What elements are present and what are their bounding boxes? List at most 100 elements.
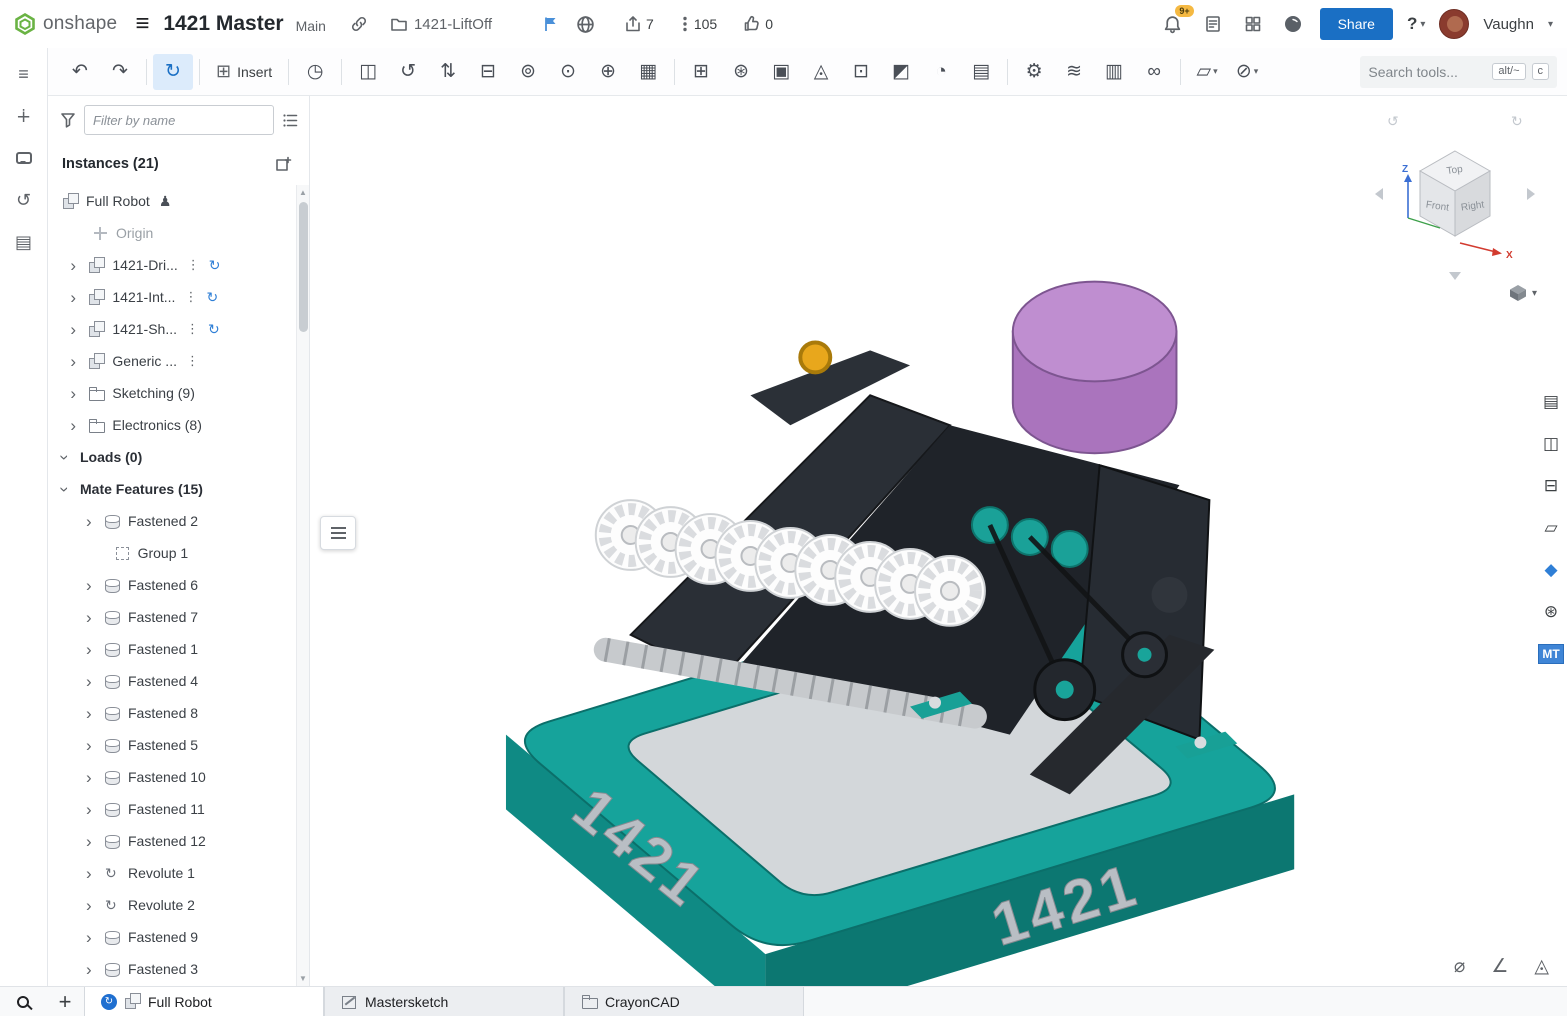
expand-chevron-icon[interactable] bbox=[86, 737, 104, 754]
documents-panel-icon[interactable]: ▤ bbox=[1535, 382, 1567, 422]
tree-item-fastened-5[interactable]: Fastened 5 bbox=[48, 729, 295, 761]
expand-chevron-icon[interactable] bbox=[86, 801, 104, 818]
assembly-features-icon[interactable]: ⚙ bbox=[1014, 54, 1054, 90]
rotate-right-arrow-icon[interactable] bbox=[1527, 188, 1535, 200]
tree-scrollbar[interactable]: ▲ ▼ bbox=[296, 185, 309, 986]
named-positions-icon[interactable]: ◔ bbox=[921, 54, 961, 90]
rotate-left-arrow-icon[interactable] bbox=[1375, 188, 1383, 200]
parts-panel-icon[interactable]: ◫ bbox=[1535, 424, 1567, 464]
view-options-menu[interactable]: ▾ bbox=[1508, 284, 1537, 302]
tree-item-generic[interactable]: Generic ... ⋮ bbox=[48, 345, 295, 377]
sync-icon[interactable]: ↻ bbox=[209, 257, 221, 274]
rotate-view-icon[interactable]: ↻ bbox=[153, 54, 193, 90]
tab-search-icon[interactable] bbox=[0, 987, 46, 1016]
expand-chevron-icon[interactable] bbox=[86, 577, 104, 594]
scroll-up-icon[interactable]: ▲ bbox=[299, 185, 307, 200]
expand-chevron-icon[interactable] bbox=[86, 897, 104, 914]
notifications-bell-icon[interactable]: 9+ bbox=[1160, 11, 1186, 37]
slider-mate-icon[interactable]: ⇅ bbox=[428, 54, 468, 90]
share-button[interactable]: Share bbox=[1320, 8, 1393, 40]
mt-panel-tab[interactable]: MT bbox=[1535, 634, 1567, 674]
tree-item-revolute-1[interactable]: Revolute 1 bbox=[48, 857, 295, 889]
user-name[interactable]: Vaughn bbox=[1483, 16, 1534, 33]
changes-stat[interactable]: 105 bbox=[680, 15, 717, 33]
menu-dots-icon[interactable]: ⋮ bbox=[186, 353, 199, 369]
circular-pattern-icon[interactable]: ⊛ bbox=[721, 54, 761, 90]
add-instance-icon[interactable] bbox=[271, 151, 297, 177]
roll-ccw-icon[interactable]: ↺ bbox=[1387, 113, 1399, 129]
tab-full-robot[interactable]: ↻ Full Robot bbox=[84, 987, 324, 1016]
expand-chevron-icon[interactable] bbox=[86, 769, 104, 786]
expand-chevron-icon[interactable] bbox=[70, 257, 88, 274]
history-icon[interactable]: ↺ bbox=[7, 184, 41, 216]
tree-item-fastened-11[interactable]: Fastened 11 bbox=[48, 793, 295, 825]
menu-dots-icon[interactable]: ⋮ bbox=[184, 289, 197, 305]
feedback-icon[interactable] bbox=[1200, 11, 1226, 37]
mate-connector-icon[interactable]: ⊕ bbox=[588, 54, 628, 90]
tree-item-1421-int[interactable]: 1421-Int... ⋮↻ bbox=[48, 281, 295, 313]
tree-item-sketching[interactable]: Sketching (9) bbox=[48, 377, 295, 409]
menu-dots-icon[interactable]: ⋮ bbox=[187, 257, 200, 273]
search-tools-box[interactable]: alt/~ c bbox=[1360, 56, 1557, 88]
view-cube[interactable]: Top Front Right Z X bbox=[1369, 108, 1541, 284]
tree-item-origin[interactable]: Origin bbox=[48, 217, 295, 249]
tree-item-1421-sh[interactable]: 1421-Sh... ⋮↻ bbox=[48, 313, 295, 345]
expand-chevron-icon[interactable] bbox=[86, 705, 104, 722]
expand-chevron-icon[interactable] bbox=[86, 609, 104, 626]
comments-icon[interactable] bbox=[7, 142, 41, 174]
display-states-icon[interactable]: ◩ bbox=[881, 54, 921, 90]
workspace-name[interactable]: Main bbox=[296, 18, 326, 34]
appearance-panel-icon[interactable]: ◆ bbox=[1535, 550, 1567, 590]
learning-center-icon[interactable] bbox=[1280, 11, 1306, 37]
tree-item-electronics[interactable]: Electronics (8) bbox=[48, 409, 295, 441]
project-breadcrumb[interactable]: 1421-LiftOff bbox=[390, 15, 492, 33]
tree-item-fastened-9[interactable]: Fastened 9 bbox=[48, 921, 295, 953]
list-view-icon[interactable] bbox=[282, 112, 299, 129]
roll-cw-icon[interactable]: ↻ bbox=[1511, 113, 1523, 129]
ball-mate-icon[interactable]: ⊚ bbox=[508, 54, 548, 90]
mass-properties-icon[interactable]: ◬ bbox=[1534, 955, 1549, 978]
flag-icon[interactable] bbox=[538, 11, 564, 37]
rotate-down-arrow-icon[interactable] bbox=[1449, 272, 1461, 280]
sync-icon[interactable]: ↻ bbox=[206, 289, 218, 306]
named-views-icon[interactable]: ◷ bbox=[295, 54, 335, 90]
simulation-icon[interactable]: ≋ bbox=[1054, 54, 1094, 90]
planar-mate-icon[interactable]: ⊟ bbox=[468, 54, 508, 90]
tree-item-fastened-3[interactable]: Fastened 3 bbox=[48, 953, 295, 985]
sync-icon[interactable]: ↻ bbox=[208, 321, 220, 338]
tree-item-fastened-4[interactable]: Fastened 4 bbox=[48, 665, 295, 697]
bom-icon[interactable]: ▤ bbox=[961, 54, 1001, 90]
explode-view-icon[interactable]: ◬ bbox=[801, 54, 841, 90]
tab-mastersketch[interactable]: Mastersketch bbox=[324, 987, 564, 1016]
likes-stat[interactable]: 0 bbox=[743, 15, 773, 33]
redo-icon[interactable]: ↷ bbox=[100, 54, 140, 90]
scrollbar-thumb[interactable] bbox=[299, 202, 308, 332]
tree-item-fastened-1[interactable]: Fastened 1 bbox=[48, 633, 295, 665]
filter-input[interactable] bbox=[84, 105, 274, 135]
expand-chevron-icon[interactable] bbox=[70, 417, 88, 434]
tree-item-fastened-2[interactable]: Fastened 2 bbox=[48, 505, 295, 537]
frame-icon[interactable]: ▥ bbox=[1094, 54, 1134, 90]
fastened-mate-icon[interactable]: ◫ bbox=[348, 54, 388, 90]
tree-item-revolute-2[interactable]: Revolute 2 bbox=[48, 889, 295, 921]
search-tools-input[interactable] bbox=[1368, 64, 1486, 80]
features-panel-icon[interactable]: ⊟ bbox=[1535, 466, 1567, 506]
protractor-icon[interactable]: ∠ bbox=[1491, 955, 1508, 978]
cylindrical-mate-icon[interactable]: ⊙ bbox=[548, 54, 588, 90]
expand-chevron-icon[interactable] bbox=[86, 961, 104, 978]
avatar[interactable] bbox=[1439, 9, 1469, 39]
app-store-icon[interactable] bbox=[1240, 11, 1266, 37]
link-icon[interactable] bbox=[346, 11, 372, 37]
menu-dots-icon[interactable]: ⋮ bbox=[186, 321, 199, 337]
tree-item-fastened-12[interactable]: Fastened 12 bbox=[48, 825, 295, 857]
onshape-logo[interactable]: onshape bbox=[14, 13, 117, 35]
expand-chevron-icon[interactable] bbox=[70, 321, 88, 338]
expand-chevron-icon[interactable] bbox=[86, 833, 104, 850]
expand-chevron-icon[interactable] bbox=[70, 385, 88, 402]
structure-tree-popout-button[interactable] bbox=[320, 516, 356, 550]
expand-chevron-icon[interactable] bbox=[86, 673, 104, 690]
tree-item-group-1[interactable]: Group 1 bbox=[48, 537, 295, 569]
section-view-icon[interactable]: ⊘ bbox=[1227, 54, 1267, 90]
drawing-tools-icon[interactable]: ▱ bbox=[1187, 54, 1227, 90]
follow-mode-icon[interactable]: ∔ bbox=[7, 100, 41, 132]
